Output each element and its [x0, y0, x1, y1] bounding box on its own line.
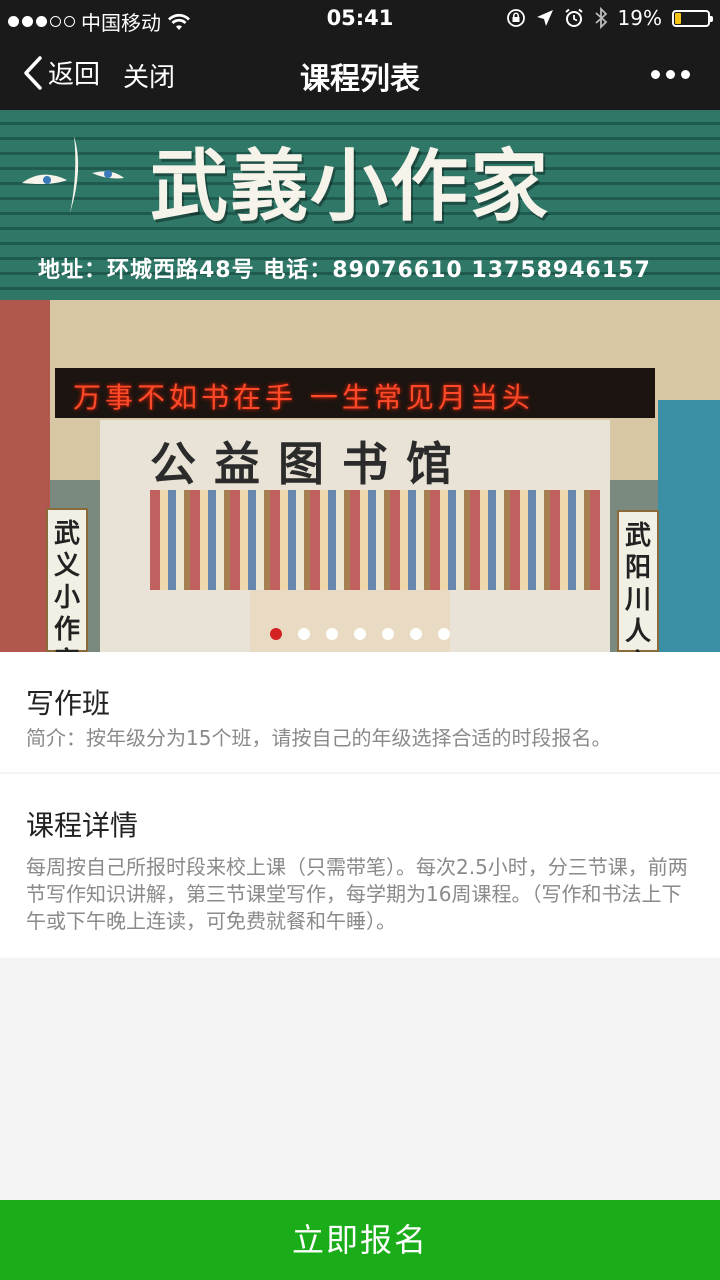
led-text: 万事不如书在手 一生常见月当头 — [73, 381, 534, 414]
carousel-indicator — [0, 628, 720, 640]
carousel-dot[interactable] — [354, 628, 366, 640]
bluetooth-icon — [594, 7, 607, 29]
course-summary-card: 写作班 简介：按年级分为15个班，请按自己的年级选择合适的时段报名。 — [0, 652, 720, 772]
carousel-dot[interactable] — [326, 628, 338, 640]
sign-title: 武義小作家 — [150, 141, 551, 232]
alarm-icon — [564, 8, 583, 27]
sign-address: 地址：环城西路48号 电话：89076610 13758946157 — [38, 258, 651, 283]
nav-bar: 返回 关闭 课程列表 — [0, 38, 720, 110]
hanging-cards — [150, 490, 600, 590]
details-title: 课程详情 — [26, 809, 139, 842]
orientation-lock-icon — [506, 9, 525, 27]
right-pillar — [658, 400, 720, 652]
carousel-dot[interactable] — [270, 628, 282, 640]
chevron-left-icon — [24, 55, 42, 90]
back-label: 返回 — [48, 60, 101, 90]
close-button[interactable]: 关闭 — [123, 57, 175, 94]
status-bar: 中国移动 05:41 19% — [0, 0, 720, 38]
course-title: 写作班 — [26, 687, 111, 720]
course-summary: 简介：按年级分为15个班，请按自己的年级选择合适的时段报名。 — [26, 726, 612, 750]
battery-level — [675, 12, 681, 24]
back-button[interactable]: 返回 — [22, 54, 100, 91]
location-icon — [536, 10, 553, 26]
banner-carousel[interactable]: 武義小作家 地址：环城西路48号 电话：89076610 13758946157… — [0, 110, 720, 652]
details-body: 每周按自己所报时段来校上课（只需带笔）。每次2.5小时，分三节课，前两节写作知识… — [26, 855, 688, 933]
course-details-card: 课程详情 每周按自己所报时段来校上课（只需带笔）。每次2.5小时，分三节课，前两… — [0, 774, 720, 958]
carousel-dot[interactable] — [410, 628, 422, 640]
more-dots-icon[interactable] — [651, 70, 690, 79]
back-doorway — [250, 590, 450, 652]
enroll-button[interactable]: 立即报名 — [0, 1200, 720, 1280]
led-display: 万事不如书在手 一生常见月当头 — [55, 368, 655, 418]
battery-icon — [672, 9, 713, 27]
carousel-dot[interactable] — [438, 628, 450, 640]
library-sign: 公益图书馆 — [150, 437, 470, 491]
battery-percent: 19% — [617, 6, 662, 30]
brush-logo-icon — [22, 136, 124, 213]
carousel-dot[interactable] — [298, 628, 310, 640]
carousel-dot[interactable] — [382, 628, 394, 640]
status-right: 19% — [506, 6, 713, 30]
left-pillar — [0, 300, 50, 652]
page-title: 课程列表 — [300, 62, 420, 97]
